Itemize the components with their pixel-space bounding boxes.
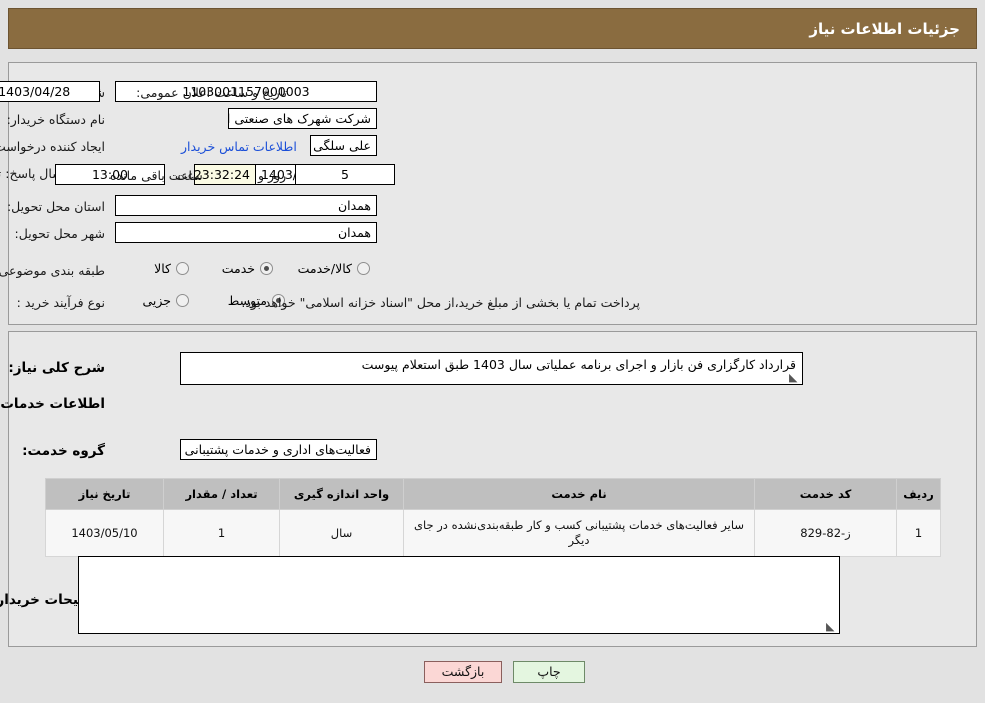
back-button[interactable]: بازگشت bbox=[424, 661, 502, 683]
services-heading: اطلاعات خدمات مورد نیاز bbox=[0, 396, 105, 412]
general-desc-textarea[interactable]: قرارداد کارگزاری فن بازار و اجرای برنامه… bbox=[180, 352, 803, 385]
requester-value: علی سلگی کاپرداز شرکت شهرک های صنعتی است… bbox=[310, 135, 377, 156]
radio-process-jozei[interactable]: جزیی bbox=[142, 293, 189, 308]
cell-service-code: ز-82-829 bbox=[754, 509, 897, 557]
payment-note: پرداخت تمام یا بخشی از مبلغ خرید،از محل … bbox=[241, 295, 640, 310]
page-header-bar: جزئیات اطلاعات نیاز bbox=[8, 8, 977, 49]
buyer-org-label: نام دستگاه خریدار: bbox=[6, 112, 105, 127]
table-row: 1 ز-82-829 سایر فعالیت‌های خدمات پشتیبان… bbox=[45, 509, 941, 557]
general-desc-value: قرارداد کارگزاری فن بازار و اجرای برنامه… bbox=[361, 357, 796, 372]
resize-grip-icon[interactable]: ◢ bbox=[789, 371, 799, 384]
radio-label-jozei: جزیی bbox=[142, 293, 171, 308]
remaining-days-value: 5 bbox=[295, 164, 395, 185]
radio-indicator-kala bbox=[176, 262, 189, 275]
radio-indicator-kala-khedmat bbox=[357, 262, 370, 275]
buyer-comments-textarea[interactable]: ◢ bbox=[78, 556, 840, 634]
radio-category-khedmat[interactable]: خدمت bbox=[222, 261, 273, 276]
table-header-row: ردیف کد خدمت نام خدمت واحد اندازه گیری ت… bbox=[45, 478, 941, 510]
city-value: همدان bbox=[115, 222, 377, 243]
category-label: طبقه بندی موضوعی: bbox=[0, 263, 105, 278]
general-desc-label: شرح کلی نیاز: bbox=[8, 360, 105, 376]
requester-label: ایجاد کننده درخواست: bbox=[0, 139, 105, 154]
column-header-date: تاریخ نیاز bbox=[45, 478, 164, 510]
column-header-row-no: ردیف bbox=[896, 478, 941, 510]
province-value: همدان bbox=[115, 195, 377, 216]
buyer-org-value: شرکت شهرک های صنعتی استان همدان bbox=[228, 108, 377, 129]
print-button[interactable]: چاپ bbox=[513, 661, 585, 683]
public-announce-label: تاریخ و ساعت اعلان عمومی: bbox=[136, 85, 287, 100]
resize-grip-icon-2[interactable]: ◢ bbox=[826, 620, 836, 633]
service-items-table: ردیف کد خدمت نام خدمت واحد اندازه گیری ت… bbox=[45, 478, 941, 557]
remaining-time-countdown: 23:32:24 bbox=[194, 164, 256, 185]
radio-label-kala-khedmat: کالا/خدمت bbox=[297, 261, 352, 276]
column-header-name: نام خدمت bbox=[403, 478, 755, 510]
cell-need-date: 1403/05/10 bbox=[45, 509, 164, 557]
city-label: شهر محل تحویل: bbox=[14, 226, 105, 241]
radio-label-kala: کالا bbox=[154, 261, 171, 276]
buyer-contact-link[interactable]: اطلاعات تماس خریدار bbox=[181, 139, 297, 154]
radio-indicator-jozei bbox=[176, 294, 189, 307]
cell-service-name: سایر فعالیت‌های خدمات پشتیبانی کسب و کار… bbox=[403, 509, 755, 557]
page-title: جزئیات اطلاعات نیاز bbox=[809, 20, 960, 38]
province-label: استان محل تحویل: bbox=[6, 199, 105, 214]
radio-indicator-khedmat bbox=[260, 262, 273, 275]
cell-quantity: 1 bbox=[163, 509, 280, 557]
remaining-time-label: ساعت باقی مانده bbox=[110, 168, 203, 183]
radio-label-khedmat: خدمت bbox=[221, 261, 255, 276]
cell-unit: سال bbox=[279, 509, 404, 557]
service-group-label: گروه خدمت: bbox=[22, 443, 105, 459]
remaining-days-label: روز و bbox=[258, 168, 287, 183]
column-header-quantity: تعداد / مقدار bbox=[163, 478, 280, 510]
public-announce-value: 1403/04/28 - 12:52 bbox=[0, 81, 100, 102]
radio-category-kala[interactable]: کالا bbox=[154, 261, 189, 276]
column-header-code: کد خدمت bbox=[754, 478, 897, 510]
radio-category-kala-khedmat[interactable]: کالا/خدمت bbox=[298, 261, 370, 276]
service-group-value: فعالیت‌های اداری و خدمات پشتیبانی bbox=[180, 439, 377, 460]
cell-row-no: 1 bbox=[896, 509, 941, 557]
column-header-unit: واحد اندازه گیری bbox=[279, 478, 404, 510]
process-label: نوع فرآیند خرید : bbox=[16, 295, 105, 310]
